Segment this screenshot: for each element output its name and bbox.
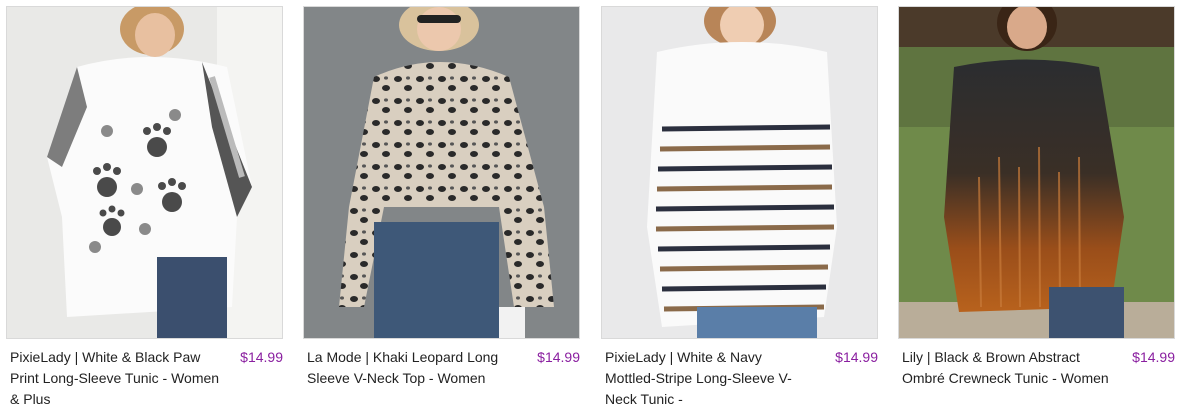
product-image[interactable] [601,6,878,339]
product-card[interactable]: Lily | Black & Brown Abstract Ombré Crew… [898,6,1175,412]
product-title[interactable]: La Mode | Khaki Leopard Long Sleeve V-Ne… [307,347,517,389]
product-title[interactable]: PixieLady | White & Navy Mottled-Stripe … [605,347,815,410]
product-card[interactable]: PixieLady | White & Navy Mottled-Stripe … [601,6,878,412]
product-image[interactable] [6,6,283,339]
product-price: $14.99 [240,349,283,365]
product-card[interactable]: PixieLady | White & Black Paw Print Long… [6,6,283,412]
product-price: $14.99 [835,349,878,365]
product-card[interactable]: La Mode | Khaki Leopard Long Sleeve V-Ne… [303,6,580,412]
product-title[interactable]: PixieLady | White & Black Paw Print Long… [10,347,220,410]
product-image[interactable] [898,6,1175,339]
product-price: $14.99 [537,349,580,365]
product-price: $14.99 [1132,349,1175,365]
product-title[interactable]: Lily | Black & Brown Abstract Ombré Crew… [902,347,1112,389]
product-grid: PixieLady | White & Black Paw Print Long… [0,0,1182,416]
product-image[interactable] [303,6,580,339]
